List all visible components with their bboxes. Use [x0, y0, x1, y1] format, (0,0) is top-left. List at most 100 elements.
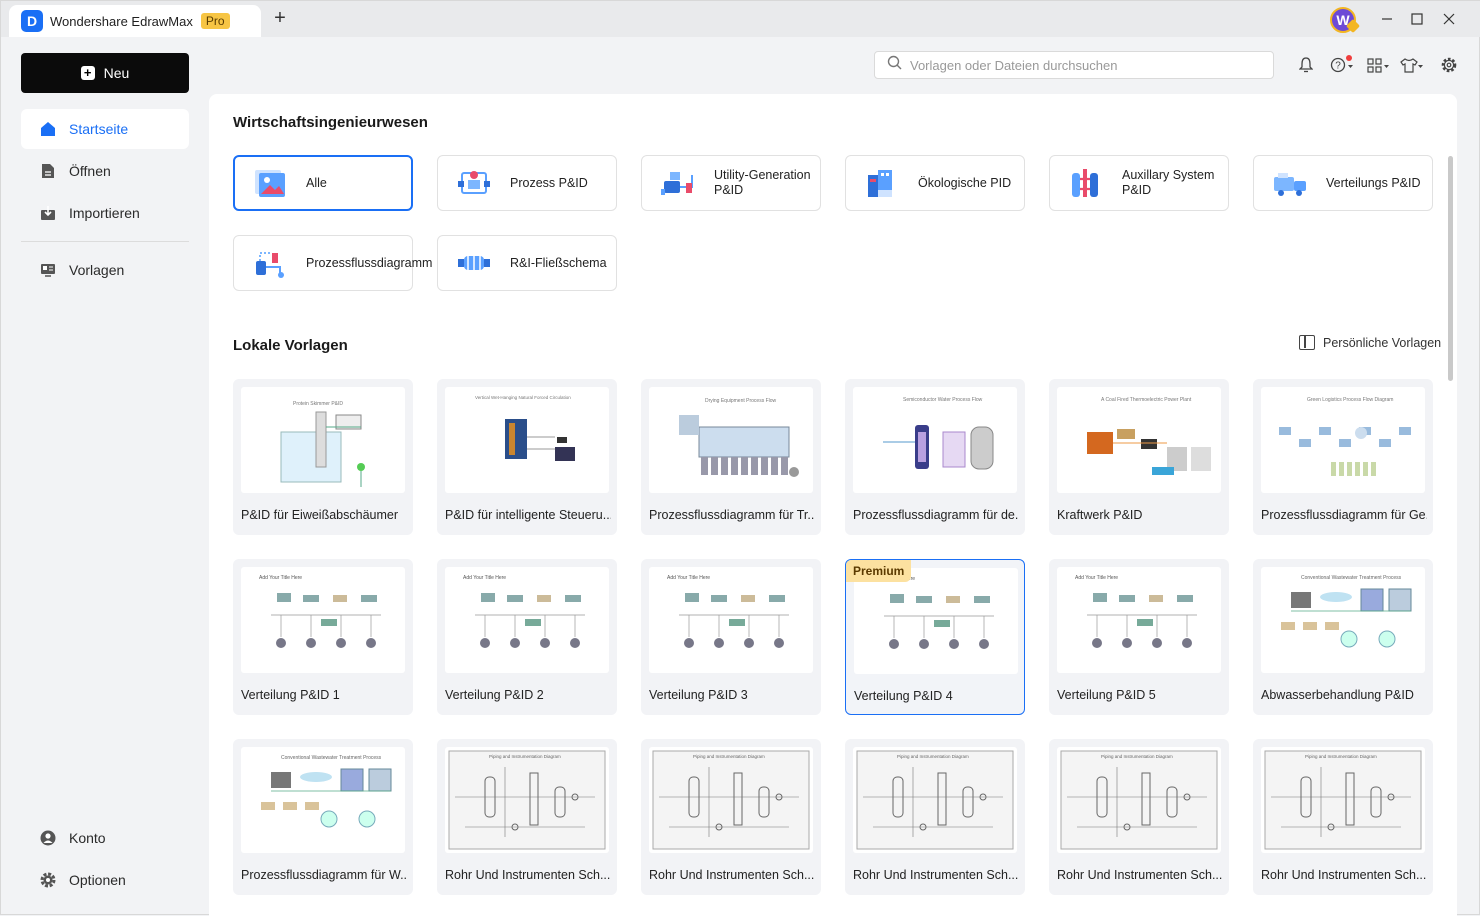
templates-icon [39, 261, 57, 279]
sidebar-item-importieren[interactable]: Importieren [21, 193, 189, 233]
sidebar-item-label: Vorlagen [69, 262, 125, 278]
template-thumbnail: Piping and Instrumentation Diagram [1057, 747, 1221, 853]
template-name: Verteilung P&ID 1 [241, 688, 340, 702]
template-card[interactable]: Add Your Title HerePremium Verteilung P&I… [845, 559, 1025, 715]
file-icon [39, 162, 57, 180]
category-card-verteilungs-pid[interactable]: Verteilungs P&ID [1253, 155, 1433, 211]
template-card[interactable]: Piping and Instrumentation Diagram Rohr U… [845, 739, 1025, 895]
category-card-oekologische-pid[interactable]: Ökologische PID [845, 155, 1025, 211]
template-thumbnail: Conventional Wastewater Treatment Proces… [1261, 567, 1425, 673]
document-tab[interactable]: D Wondershare EdrawMax Pro [9, 5, 261, 37]
category-card-utility-generation[interactable]: Utility-Generation P&ID [641, 155, 821, 211]
svg-text:A Coal Fired Thermoelectric Po: A Coal Fired Thermoelectric Power Plant [1101, 397, 1192, 403]
svg-text:?: ? [1335, 61, 1341, 72]
template-card[interactable]: Conventional Wastewater Treatment Proces… [233, 739, 413, 895]
template-thumbnail: Piping and Instrumentation Diagram [853, 747, 1017, 853]
svg-text:Add Your Title Here: Add Your Title Here [1075, 575, 1118, 581]
main-panel: Wirtschaftsingenieurwesen Alle Prozess P… [209, 94, 1457, 916]
process-pid-icon [458, 171, 490, 194]
template-card[interactable]: Piping and Instrumentation Diagram Rohr U… [641, 739, 821, 895]
template-name: Rohr Und Instrumenten Sch... [649, 868, 815, 882]
image-icon [255, 170, 285, 197]
sidebar-item-konto[interactable]: Konto [21, 818, 189, 858]
template-thumbnail: Add Your Title Here [445, 567, 609, 673]
svg-text:Vertical Wet-Hanging Natural F: Vertical Wet-Hanging Natural Forced Circ… [475, 395, 571, 400]
close-button[interactable] [1439, 9, 1459, 29]
template-card[interactable]: Piping and Instrumentation Diagram Rohr U… [1253, 739, 1433, 895]
new-tab-plus-icon[interactable]: + [269, 8, 291, 30]
sidebar-item-startseite[interactable]: Startseite [21, 109, 189, 149]
apps-icon[interactable] [1365, 55, 1391, 75]
template-card[interactable]: Piping and Instrumentation Diagram Rohr U… [437, 739, 617, 895]
svg-text:Add Your Title Here: Add Your Title Here [259, 575, 302, 581]
svg-text:Semiconductor Water Process Fl: Semiconductor Water Process Flow [903, 397, 983, 403]
template-thumbnail: A Coal Fired Thermoelectric Power Plant [1057, 387, 1221, 493]
svg-text:Add Your Title Here: Add Your Title Here [667, 575, 710, 581]
pro-badge: Pro [200, 13, 230, 29]
category-card-ri-fliessschema[interactable]: R&I-Fließschema [437, 235, 617, 291]
template-name: Rohr Und Instrumenten Sch... [1261, 868, 1427, 882]
search-box[interactable] [874, 51, 1274, 79]
sidebar-item-vorlagen[interactable]: Vorlagen [21, 250, 189, 290]
template-name: Rohr Und Instrumenten Sch... [853, 868, 1019, 882]
template-name: Verteilung P&ID 3 [649, 688, 748, 702]
template-thumbnail: Piping and Instrumentation Diagram [1261, 747, 1425, 853]
template-card[interactable]: Green Logistics Process Flow Diagram Proz… [1253, 379, 1433, 535]
template-card[interactable]: Add Your Title Here Verteilung P&ID 3 [641, 559, 821, 715]
template-name: P&ID für intelligente Steueru... [445, 508, 611, 522]
template-name: Prozessflussdiagramm für Ge... [1261, 508, 1427, 522]
app-name: Wondershare EdrawMax [50, 13, 193, 29]
template-thumbnail: Add Your Title Here [1057, 567, 1221, 673]
template-card[interactable]: Drying Equipment Process Flow Prozessflus… [641, 379, 821, 535]
template-thumbnail: Semiconductor Water Process Flow [853, 387, 1017, 493]
maximize-button[interactable] [1407, 9, 1427, 29]
utility-generation-icon [661, 172, 693, 195]
svg-text:Piping and Instrumentation Dia: Piping and Instrumentation Diagram [489, 754, 561, 759]
svg-text:Protein Skimmer P&ID: Protein Skimmer P&ID [293, 401, 343, 407]
gear-icon [39, 871, 57, 889]
auxillary-system-icon [1072, 169, 1098, 197]
template-card[interactable]: Vertical Wet-Hanging Natural Forced Circ… [437, 379, 617, 535]
sidebar-item-optionen[interactable]: Optionen [21, 860, 189, 900]
template-name: Abwasserbehandlung P&ID [1261, 688, 1414, 702]
template-card[interactable]: Conventional Wastewater Treatment Proces… [1253, 559, 1433, 715]
process-flow-icon [256, 252, 284, 278]
template-name: P&ID für Eiweißabschäumer [241, 508, 399, 522]
template-thumbnail: Add Your Title Here [854, 568, 1018, 674]
settings-icon[interactable] [1438, 55, 1460, 75]
template-card[interactable]: Add Your Title Here Verteilung P&ID 5 [1049, 559, 1229, 715]
category-card-prozess-pid[interactable]: Prozess P&ID [437, 155, 617, 211]
template-name: Verteilung P&ID 5 [1057, 688, 1156, 702]
sidebar-item-label: Konto [69, 830, 106, 846]
new-button-label: Neu [103, 65, 130, 81]
category-card-prozessflussdiagramm[interactable]: Prozessflussdiagramm [233, 235, 432, 291]
template-name: Prozessflussdiagramm für Tr... [649, 508, 815, 522]
new-button[interactable]: + Neu [21, 53, 189, 93]
svg-text:Piping and Instrumentation Dia: Piping and Instrumentation Diagram [1101, 754, 1173, 759]
sidebar-item-label: Startseite [69, 121, 129, 137]
bell-icon[interactable] [1295, 55, 1317, 75]
search-icon [887, 55, 902, 75]
plus-icon: + [80, 66, 95, 80]
minimize-button[interactable] [1377, 9, 1397, 29]
sidebar-item-oeffnen[interactable]: Öffnen [21, 151, 189, 191]
search-input[interactable] [910, 57, 1250, 73]
ri-flowchart-icon [458, 256, 490, 270]
category-card-auxillary-system[interactable]: Auxillary System P&ID [1049, 155, 1229, 211]
shirt-icon[interactable] [1399, 55, 1425, 75]
personal-templates-link[interactable]: Persönliche Vorlagen [1299, 335, 1441, 350]
template-thumbnail: Piping and Instrumentation Diagram [445, 747, 609, 853]
sidebar-item-label: Öffnen [69, 163, 111, 179]
template-card[interactable]: Piping and Instrumentation Diagram Rohr U… [1049, 739, 1229, 895]
category-card-alle[interactable]: Alle [233, 155, 413, 211]
template-name: Verteilung P&ID 2 [445, 688, 544, 702]
template-card[interactable]: Protein Skimmer P&ID P&ID für Eiweißabsch… [233, 379, 413, 535]
scrollbar[interactable] [1448, 156, 1453, 381]
template-card[interactable]: A Coal Fired Thermoelectric Power Plant K… [1049, 379, 1229, 535]
template-card[interactable]: Semiconductor Water Process Flow Prozessf… [845, 379, 1025, 535]
sidebar-item-label: Optionen [69, 872, 126, 888]
sidebar-item-label: Importieren [69, 205, 140, 221]
template-card[interactable]: Add Your Title Here Verteilung P&ID 2 [437, 559, 617, 715]
template-card[interactable]: Add Your Title Here Verteilung P&ID 1 [233, 559, 413, 715]
template-thumbnail: Add Your Title Here [241, 567, 405, 673]
